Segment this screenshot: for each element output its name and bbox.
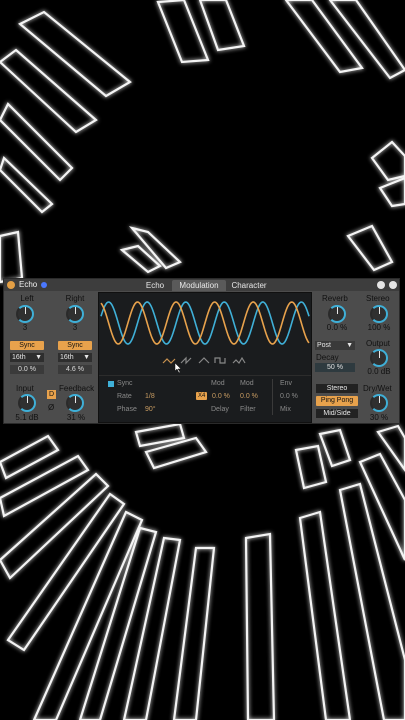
cursor-icon <box>174 362 182 374</box>
input-gain-knob[interactable] <box>18 394 36 412</box>
device-title-bar: Echo Echo Modulation Character <box>4 279 399 291</box>
output-value: 0.0 dB <box>367 367 391 376</box>
mod-sync-label: Sync <box>117 380 133 387</box>
left-time-knob[interactable] <box>16 305 34 323</box>
env-divider <box>272 379 273 415</box>
device-name: Echo <box>19 280 38 289</box>
tab-echo[interactable]: Echo <box>142 280 168 291</box>
output-knob[interactable] <box>370 349 388 367</box>
mix-label: Mix <box>280 406 291 413</box>
device-indicator-icon <box>41 282 47 288</box>
phase-value[interactable]: 90° <box>145 406 156 413</box>
mod-delay-label: Mod <box>211 380 225 387</box>
dry-wet-label: Dry/Wet <box>363 384 392 393</box>
delay-label: Delay <box>211 406 229 413</box>
expand-icon[interactable] <box>389 281 397 289</box>
left-division-select[interactable]: 16th ▼ <box>10 353 44 362</box>
display-divider <box>99 375 311 376</box>
left-division-value: 16th <box>12 354 26 361</box>
right-division-select[interactable]: 16th ▼ <box>58 353 92 362</box>
reverb-position-select[interactable]: Post ▼ <box>315 341 355 350</box>
right-sync-button[interactable]: Sync <box>58 341 92 350</box>
env-label: Env <box>280 380 293 387</box>
stereo-label: Stereo <box>366 294 390 303</box>
triangle-shape-icon <box>198 357 210 364</box>
input-gain-value: 5.1 dB <box>15 413 39 422</box>
right-division-value: 16th <box>60 354 74 361</box>
modulation-display: Sync Rate 1/8 Phase 90° Mod Mod Env X4 0… <box>98 292 312 423</box>
hot-swap-icon[interactable] <box>377 281 385 289</box>
output-label: Output <box>366 339 391 348</box>
phase-label: Phase <box>117 406 137 413</box>
x4-toggle[interactable]: X4 <box>196 392 208 400</box>
reverb-knob[interactable] <box>328 305 346 323</box>
decay-value[interactable]: 50 % <box>315 363 355 372</box>
chevron-down-icon: ▼ <box>35 354 42 361</box>
env-mix-value[interactable]: 0.0 % <box>280 393 298 400</box>
left-time-value: 3 <box>22 323 28 332</box>
modulation-waveform <box>100 301 310 374</box>
d-button[interactable]: D <box>47 390 56 399</box>
reverb-value: 0.0 % <box>326 323 348 332</box>
echo-device: Echo Echo Modulation Character Left 3 Sy… <box>3 278 400 424</box>
mod-sync-checkbox[interactable] <box>108 381 114 387</box>
waveform-shape-icons <box>162 356 246 365</box>
right-offset-value[interactable]: 4.6 % <box>58 365 92 374</box>
feedback-value: 31 % <box>66 413 86 422</box>
rate-value[interactable]: 1/8 <box>145 393 155 400</box>
phase-invert-button[interactable]: Ø <box>48 403 54 412</box>
delay-mod-value[interactable]: 0.0 % <box>212 393 230 400</box>
reverb-label: Reverb <box>322 294 348 303</box>
rate-label: Rate <box>117 393 132 400</box>
feedback-knob[interactable] <box>66 394 84 412</box>
decay-label: Decay <box>316 353 339 362</box>
mod-filter-label: Mod <box>240 380 254 387</box>
dry-wet-knob[interactable] <box>370 394 388 412</box>
stereo-knob[interactable] <box>370 305 388 323</box>
saw-shape-icon <box>180 356 192 365</box>
chevron-down-icon: ▼ <box>346 342 353 349</box>
feedback-label: Feedback <box>59 384 95 393</box>
left-offset-value[interactable]: 0.0 % <box>10 365 44 374</box>
dry-wet-value: 30 % <box>369 413 389 422</box>
power-icon[interactable] <box>7 281 15 289</box>
channel-mode-stereo[interactable]: Stereo <box>316 384 358 393</box>
right-label: Right <box>65 294 85 303</box>
square-shape-icon <box>214 357 226 364</box>
channel-mode-mid-side[interactable]: Mid/Side <box>316 409 358 418</box>
random-shape-icon <box>232 356 246 364</box>
right-time-value: 3 <box>72 323 78 332</box>
sine-shape-icon <box>162 358 176 364</box>
stereo-value: 100 % <box>367 323 391 332</box>
tab-modulation[interactable]: Modulation <box>172 280 226 291</box>
chevron-down-icon: ▼ <box>83 354 90 361</box>
input-label: Input <box>16 384 34 393</box>
filter-mod-value[interactable]: 0.0 % <box>240 393 258 400</box>
reverb-position-value: Post <box>317 342 332 349</box>
filter-label: Filter <box>240 406 256 413</box>
channel-mode-ping-pong[interactable]: Ping Pong <box>316 396 358 406</box>
tab-character[interactable]: Character <box>228 280 270 291</box>
left-sync-button[interactable]: Sync <box>10 341 44 350</box>
left-label: Left <box>20 294 34 303</box>
right-time-knob[interactable] <box>66 305 84 323</box>
